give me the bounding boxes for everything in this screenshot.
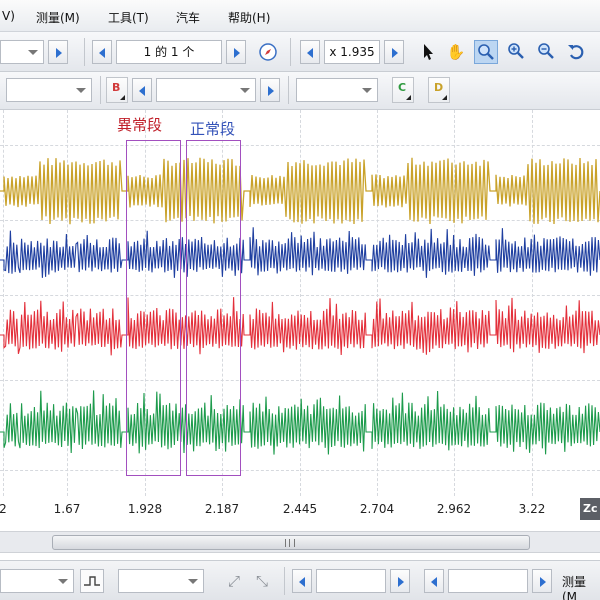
channel-a-range-combo[interactable] xyxy=(6,78,92,102)
arrow-right-icon xyxy=(268,86,274,96)
time-tick-label: 2.445 xyxy=(282,502,318,516)
channel-b-next-button[interactable] xyxy=(260,78,280,102)
trace-channel-b-red xyxy=(0,297,600,356)
arrow-left-icon xyxy=(307,48,313,58)
toolbar-separator xyxy=(100,76,101,104)
trigger-edge-icon[interactable] xyxy=(80,569,104,593)
time-axis: 2 1.67 1.928 2.187 2.445 2.704 2.962 3.2… xyxy=(0,496,600,524)
page-indicator[interactable]: 1 的 1 个 xyxy=(116,40,222,64)
channel-d-button[interactable]: D xyxy=(428,77,450,103)
normal-region-box xyxy=(186,140,241,476)
time-tick-label: 2.704 xyxy=(359,502,395,516)
measure-menu-label[interactable]: 测量(M xyxy=(562,573,600,600)
arrow-right-icon xyxy=(540,577,546,587)
main-toolbar: 1 的 1 个 x 1.935 ✋ xyxy=(0,32,600,72)
chevron-down-icon xyxy=(240,88,250,93)
zoom-out-step-button[interactable] xyxy=(300,40,320,64)
menu-view[interactable]: V) xyxy=(2,9,15,23)
grip-icon xyxy=(285,539,295,547)
menu-auto[interactable]: 汽车 xyxy=(176,9,200,26)
zoom-in-step-button[interactable] xyxy=(384,40,404,64)
arrow-right-icon xyxy=(56,48,62,58)
arrow-left-icon xyxy=(139,86,145,96)
capture-combo[interactable] xyxy=(0,40,44,64)
dropdown-corner-icon xyxy=(442,95,447,100)
time-tick-label: 2.187 xyxy=(204,502,240,516)
compass-icon[interactable] xyxy=(256,40,280,64)
waveform-path xyxy=(0,227,600,278)
trigger-level-down-button[interactable] xyxy=(292,569,312,593)
dropdown-corner-icon xyxy=(120,95,125,100)
waveform-path xyxy=(0,390,600,455)
menu-help[interactable]: 帮助(H) xyxy=(228,9,270,26)
channel-c-button[interactable]: C xyxy=(392,77,414,103)
arrow-left-icon xyxy=(99,48,105,58)
zoom-factor-field[interactable]: x 1.935 xyxy=(324,40,380,64)
chevron-down-icon xyxy=(76,88,86,93)
waveform-path xyxy=(0,157,600,225)
toolbar-separator xyxy=(290,38,291,66)
rising-edge-icon[interactable]: ⤢ xyxy=(222,569,246,593)
menu-measure[interactable]: 测量(M) xyxy=(36,9,80,26)
chevron-down-icon xyxy=(58,579,68,584)
next-page-button[interactable] xyxy=(226,40,246,64)
pretrigger-down-button[interactable] xyxy=(424,569,444,593)
scope-plot-area[interactable]: 異常段 正常段 xyxy=(0,110,600,496)
arrow-right-icon xyxy=(234,48,240,58)
time-tick-label: 1.928 xyxy=(127,502,163,516)
bottom-toolbar: ⤢ ⤡ 测量(M xyxy=(0,560,600,600)
zoom-tool-icon[interactable] xyxy=(474,40,498,64)
time-tick-label: 2 xyxy=(0,502,7,516)
pretrigger-field[interactable] xyxy=(448,569,528,593)
zoom-out-icon[interactable] xyxy=(534,40,558,64)
trace-channel-c-green xyxy=(0,390,600,455)
pretrigger-up-button[interactable] xyxy=(532,569,552,593)
channel-b-range-combo[interactable] xyxy=(156,78,256,102)
chevron-down-icon xyxy=(188,579,198,584)
chevron-down-icon xyxy=(362,88,372,93)
undo-icon[interactable] xyxy=(564,40,588,64)
hand-pan-icon[interactable]: ✋ xyxy=(444,40,468,64)
scrollbar-thumb[interactable] xyxy=(52,535,530,550)
time-tick-label: 3.22 xyxy=(518,502,546,516)
menu-bar: V) 测量(M) 工具(T) 汽车 帮助(H) xyxy=(0,0,600,32)
next-capture-button[interactable] xyxy=(48,40,68,64)
falling-edge-icon[interactable]: ⤡ xyxy=(250,569,274,593)
zoom-in-icon[interactable] xyxy=(504,40,528,64)
prev-page-button[interactable] xyxy=(92,40,112,64)
channel-b-button[interactable]: B xyxy=(106,77,128,103)
menu-tools[interactable]: 工具(T) xyxy=(108,9,149,26)
grid-line xyxy=(0,380,600,381)
grid-line xyxy=(0,145,600,146)
abnormal-segment-label: 異常段 xyxy=(117,116,163,134)
zoom-overview-button[interactable]: Zc xyxy=(580,498,600,520)
channel-b-prev-button[interactable] xyxy=(132,78,152,102)
dropdown-corner-icon xyxy=(406,95,411,100)
trigger-level-field[interactable] xyxy=(316,569,386,593)
trigger-channel-combo[interactable] xyxy=(118,569,204,593)
toolbar-separator xyxy=(84,38,85,66)
abnormal-region-box xyxy=(126,140,181,476)
arrow-left-icon xyxy=(299,577,305,587)
trace-channel-d-gold xyxy=(0,157,600,225)
arrow-left-icon xyxy=(431,577,437,587)
trace-channel-a-blue xyxy=(0,227,600,278)
toolbar-separator xyxy=(288,76,289,104)
trigger-mode-combo[interactable] xyxy=(0,569,74,593)
pointer-icon[interactable] xyxy=(416,40,440,64)
time-tick-label: 2.962 xyxy=(436,502,472,516)
channel-c-range-combo[interactable] xyxy=(296,78,378,102)
horizontal-scrollbar[interactable] xyxy=(0,531,600,553)
waveform-path xyxy=(0,297,600,356)
arrow-right-icon xyxy=(398,577,404,587)
time-tick-label: 1.67 xyxy=(53,502,81,516)
normal-segment-label: 正常段 xyxy=(190,120,236,138)
toolbar-separator xyxy=(284,567,285,595)
chevron-down-icon xyxy=(28,50,38,55)
channel-toolbar: B C D xyxy=(0,72,600,110)
arrow-right-icon xyxy=(392,48,398,58)
trigger-level-up-button[interactable] xyxy=(390,569,410,593)
